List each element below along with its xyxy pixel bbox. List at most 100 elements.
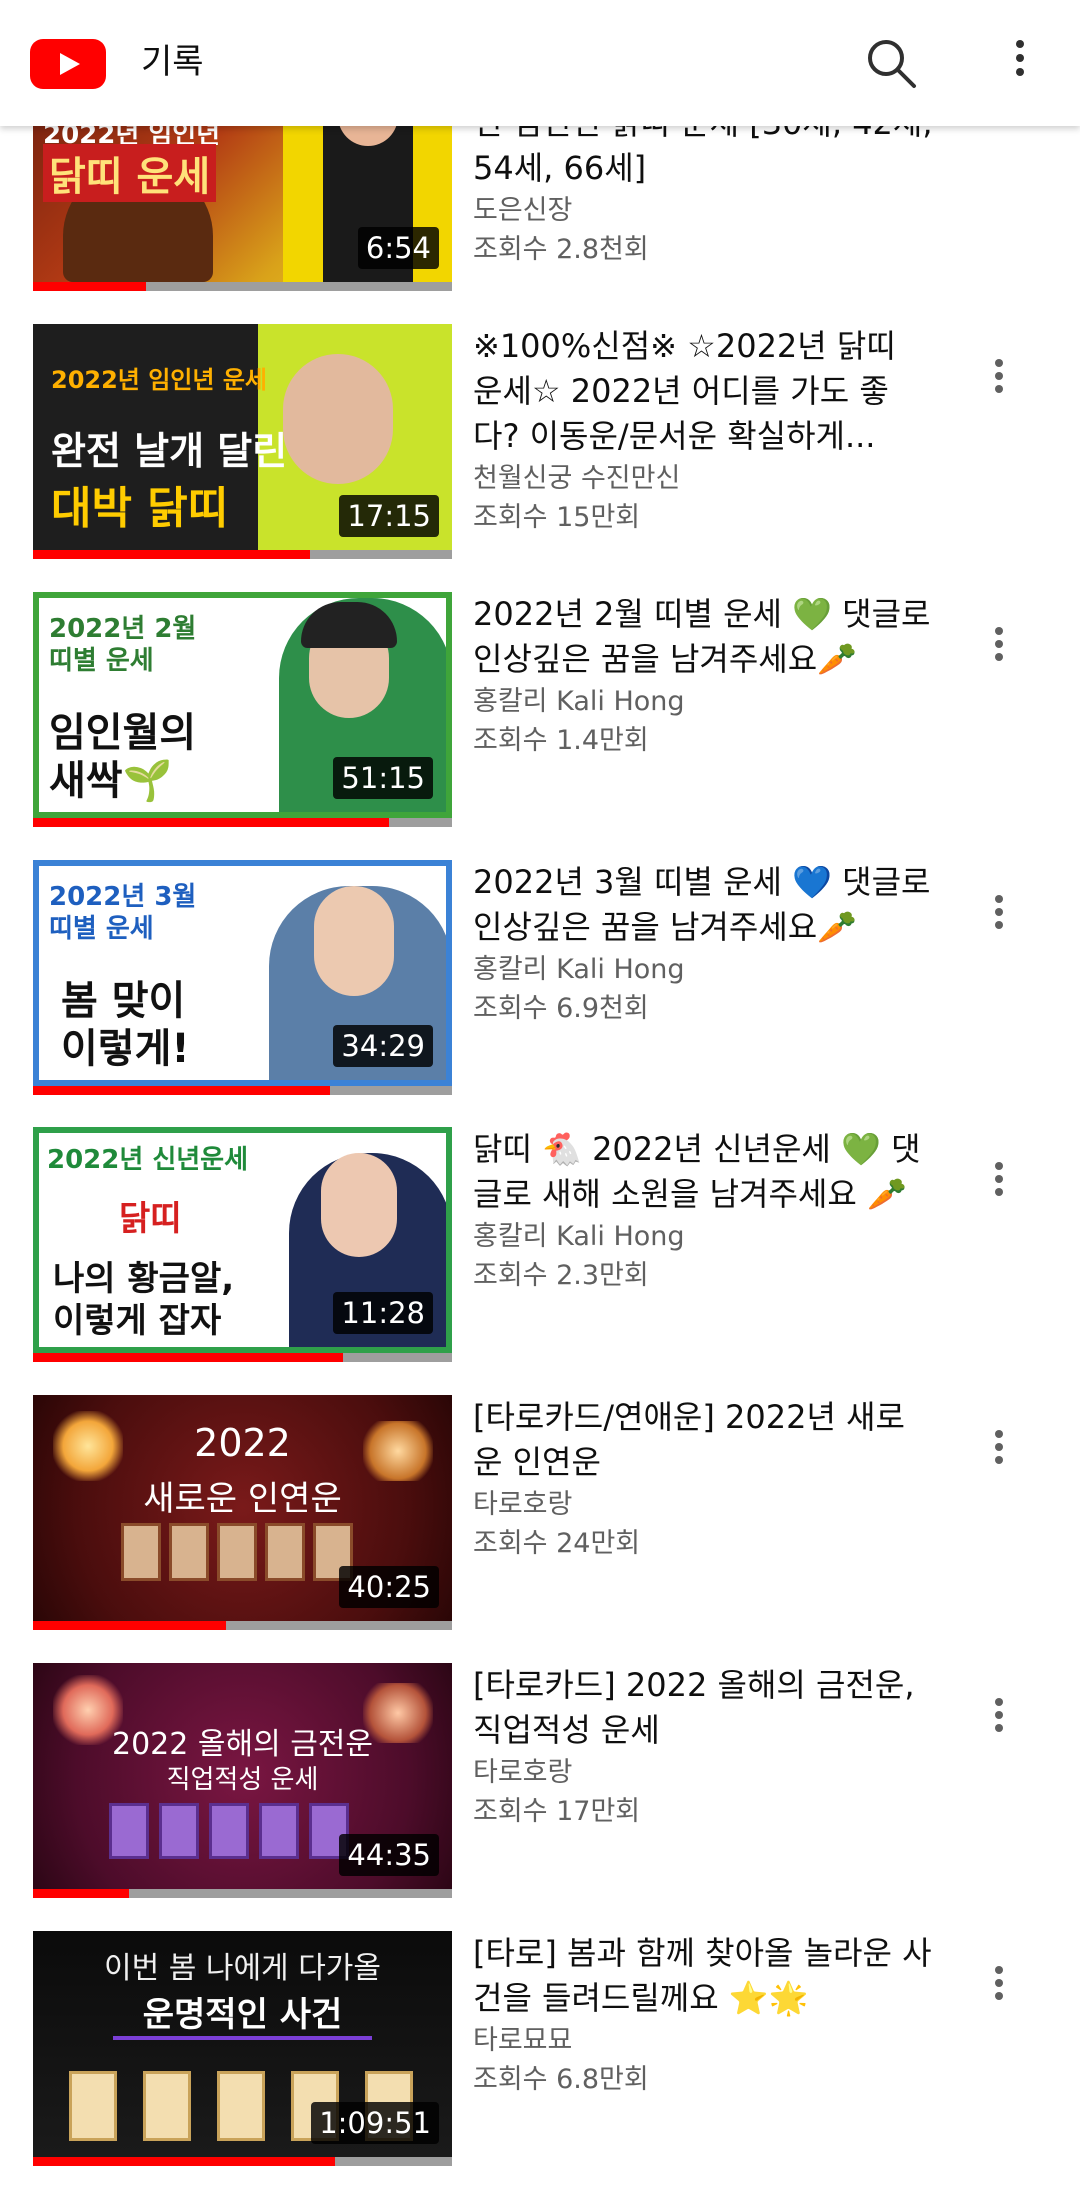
- youtube-logo-icon[interactable]: [30, 39, 106, 89]
- video-thumbnail[interactable]: 2022 올해의 금전운 직업적성 운세 44:35: [33, 1663, 452, 1889]
- view-count: 조회수 1.4만회: [473, 725, 649, 756]
- thumb-caption: 2022: [194, 1421, 291, 1465]
- thumb-cards: [121, 1523, 353, 1581]
- watch-progress-fill: [33, 282, 147, 291]
- video-title[interactable]: 2022년 2월 띠별 운세 💚 댓글로 인상깊은 꿈을 남겨주세요🥕: [473, 592, 933, 682]
- list-item[interactable]: 2022 새로운 인연운 40:25 [타로카드/연애운] 2022년 새로운 …: [0, 1395, 1080, 1645]
- watch-progress-bar: [33, 2157, 452, 2166]
- channel-name: 홍칼리 Kali Hong: [473, 1221, 685, 1252]
- more-options-icon[interactable]: [984, 1425, 1014, 1485]
- list-item[interactable]: 2022년 2월 띠별 운세 임인월의 새싹🌱 51:15 2022년 2월 띠…: [0, 592, 1080, 842]
- watch-progress-fill: [33, 1621, 226, 1630]
- duration-badge: 34:29: [333, 1025, 433, 1067]
- more-options-icon[interactable]: [984, 622, 1014, 682]
- video-title[interactable]: 2022년 3월 띠별 운세 💙 댓글로 인상깊은 꿈을 남겨주세요🥕: [473, 860, 933, 950]
- thumb-caption: 띠별 운세: [49, 646, 154, 676]
- more-options-icon[interactable]: [984, 1961, 1014, 2021]
- video-meta[interactable]: ※100%신점※ ☆2022년 닭띠 운세☆ 2022년 어디를 가도 좋다? …: [473, 324, 933, 537]
- thumb-caption: 2022 올해의 금전운: [111, 1727, 374, 1762]
- video-meta[interactable]: [타로카드] 2022 올해의 금전운, 직업적성 운세 타로호랑 조회수 17…: [473, 1663, 933, 1831]
- thumb-caption: 운명적인 사건: [113, 1987, 372, 2040]
- view-count: 조회수 6.8만회: [473, 2064, 649, 2095]
- thumb-caption: 완전 날개 달린: [51, 429, 288, 473]
- thumb-card: [217, 2071, 265, 2141]
- video-meta[interactable]: [타로] 봄과 함께 찾아올 놀라운 사건을 들려드릴께요 ⭐🌟 타로묘묘 조회…: [473, 1931, 933, 2099]
- duration-badge: 51:15: [333, 757, 433, 799]
- video-thumbnail[interactable]: 2022년 3월 띠별 운세 봄 맞이 이렇게! 34:29: [33, 860, 452, 1086]
- video-meta[interactable]: 닭띠 🐔 2022년 신년운세 💚 댓글로 새해 소원을 남겨주세요 🥕 홍칼리…: [473, 1127, 933, 1295]
- video-meta[interactable]: 2022년 3월 띠별 운세 💙 댓글로 인상깊은 꿈을 남겨주세요🥕 홍칼리 …: [473, 860, 933, 1028]
- video-title[interactable]: [타로] 봄과 함께 찾아올 놀라운 사건을 들려드릴께요 ⭐🌟: [473, 1931, 933, 2021]
- duration-badge: 1:09:51: [311, 2102, 439, 2144]
- list-item[interactable]: 이번 봄 나에게 다가올 운명적인 사건 1:09:51 [타로] 봄과 함께 …: [0, 1931, 1080, 2181]
- list-item[interactable]: 2022년 임인년 운세 완전 날개 달린 대박 닭띠 17:15 ※100%신…: [0, 324, 1080, 574]
- thumb-card: [69, 2071, 117, 2141]
- thumb-caption: 새로운 인연운: [143, 1479, 342, 1519]
- video-meta[interactable]: 2022년 2월 띠별 운세 💚 댓글로 인상깊은 꿈을 남겨주세요🥕 홍칼리 …: [473, 592, 933, 760]
- video-thumbnail[interactable]: 2022년 2월 띠별 운세 임인월의 새싹🌱 51:15: [33, 592, 452, 818]
- more-options-icon[interactable]: [984, 354, 1014, 414]
- video-thumbnail[interactable]: 2022 새로운 인연운 40:25: [33, 1395, 452, 1621]
- view-count: 조회수 17만회: [473, 1796, 641, 1827]
- video-thumbnail[interactable]: 2022년 신년운세 닭띠 나의 황금알, 이렇게 잡자 11:28: [33, 1127, 452, 1353]
- thumb-caption: 직업적성 운세: [166, 1765, 319, 1795]
- thumb-card: [159, 1803, 199, 1859]
- channel-name: 타로호랑: [473, 1489, 573, 1520]
- thumb-caption: 닭띠 운세: [43, 144, 217, 202]
- watch-progress-fill: [33, 2157, 335, 2166]
- top-app-bar: 기록: [0, 0, 1080, 126]
- more-options-icon[interactable]: [984, 1157, 1014, 1217]
- thumb-card: [143, 2071, 191, 2141]
- watch-progress-bar: [33, 818, 452, 827]
- list-item[interactable]: 2022년 신년운세 닭띠 나의 황금알, 이렇게 잡자 11:28 닭띠 🐔 …: [0, 1127, 1080, 1377]
- thumb-card: [217, 1523, 257, 1581]
- more-options-icon[interactable]: [984, 1693, 1014, 1753]
- duration-badge: 44:35: [339, 1834, 439, 1876]
- thumb-figure: [283, 354, 393, 484]
- watch-progress-fill: [33, 818, 390, 827]
- channel-name: 천월신궁 수진만신: [473, 463, 681, 494]
- watch-progress-bar: [33, 550, 452, 559]
- watch-progress-bar: [33, 1621, 452, 1630]
- duration-badge: 40:25: [339, 1566, 439, 1608]
- thumb-card: [109, 1803, 149, 1859]
- duration-badge: 17:15: [339, 495, 439, 537]
- watch-progress-bar: [33, 1353, 452, 1362]
- video-meta[interactable]: [타로카드/연애운] 2022년 새로운 인연운 타로호랑 조회수 24만회: [473, 1395, 933, 1563]
- thumb-figure: [314, 886, 394, 996]
- thumb-card: [259, 1803, 299, 1859]
- more-vert-icon[interactable]: [1000, 34, 1040, 94]
- channel-name: 도은신장: [473, 195, 573, 226]
- thumb-caption: 대박 닭띠: [51, 483, 229, 534]
- view-count: 조회수 24만회: [473, 1528, 641, 1559]
- more-options-icon[interactable]: [984, 890, 1014, 950]
- view-count: 조회수 15만회: [473, 502, 641, 533]
- watch-progress-bar: [33, 1086, 452, 1095]
- thumb-caption: 이렇게!: [61, 1026, 190, 1072]
- list-item[interactable]: 2022년 3월 띠별 운세 봄 맞이 이렇게! 34:29 2022년 3월 …: [0, 860, 1080, 1110]
- video-title[interactable]: [타로카드/연애운] 2022년 새로운 인연운: [473, 1395, 933, 1485]
- video-title[interactable]: [타로카드] 2022 올해의 금전운, 직업적성 운세: [473, 1663, 933, 1753]
- watch-progress-fill: [33, 1889, 130, 1898]
- view-count: 조회수 2.8천회: [473, 234, 649, 265]
- channel-name: 홍칼리 Kali Hong: [473, 686, 685, 717]
- watch-progress-bar: [33, 282, 452, 291]
- thumb-figure: [321, 1153, 397, 1257]
- thumb-card: [265, 1523, 305, 1581]
- watch-progress-fill: [33, 550, 310, 559]
- thumb-card: [209, 1803, 249, 1859]
- thumb-caption: 띠별 운세: [49, 914, 154, 944]
- video-thumbnail[interactable]: 2022년 임인년 운세 완전 날개 달린 대박 닭띠 17:15: [33, 324, 452, 550]
- search-icon[interactable]: [862, 34, 922, 94]
- video-title[interactable]: 닭띠 🐔 2022년 신년운세 💚 댓글로 새해 소원을 남겨주세요 🥕: [473, 1127, 933, 1217]
- video-thumbnail[interactable]: 이번 봄 나에게 다가올 운명적인 사건 1:09:51: [33, 1931, 452, 2157]
- watch-progress-fill: [33, 1086, 331, 1095]
- duration-badge: 6:54: [357, 227, 439, 269]
- thumb-caption: 닭띠: [119, 1199, 182, 1239]
- thumb-caption: 새싹🌱: [49, 758, 173, 804]
- list-item[interactable]: 2022 올해의 금전운 직업적성 운세 44:35 [타로카드] 2022 올…: [0, 1663, 1080, 1913]
- channel-name: 홍칼리 Kali Hong: [473, 954, 685, 985]
- video-title[interactable]: ※100%신점※ ☆2022년 닭띠 운세☆ 2022년 어디를 가도 좋다? …: [473, 324, 933, 459]
- channel-name: 타로호랑: [473, 1757, 573, 1788]
- view-count: 조회수 2.3만회: [473, 1260, 649, 1291]
